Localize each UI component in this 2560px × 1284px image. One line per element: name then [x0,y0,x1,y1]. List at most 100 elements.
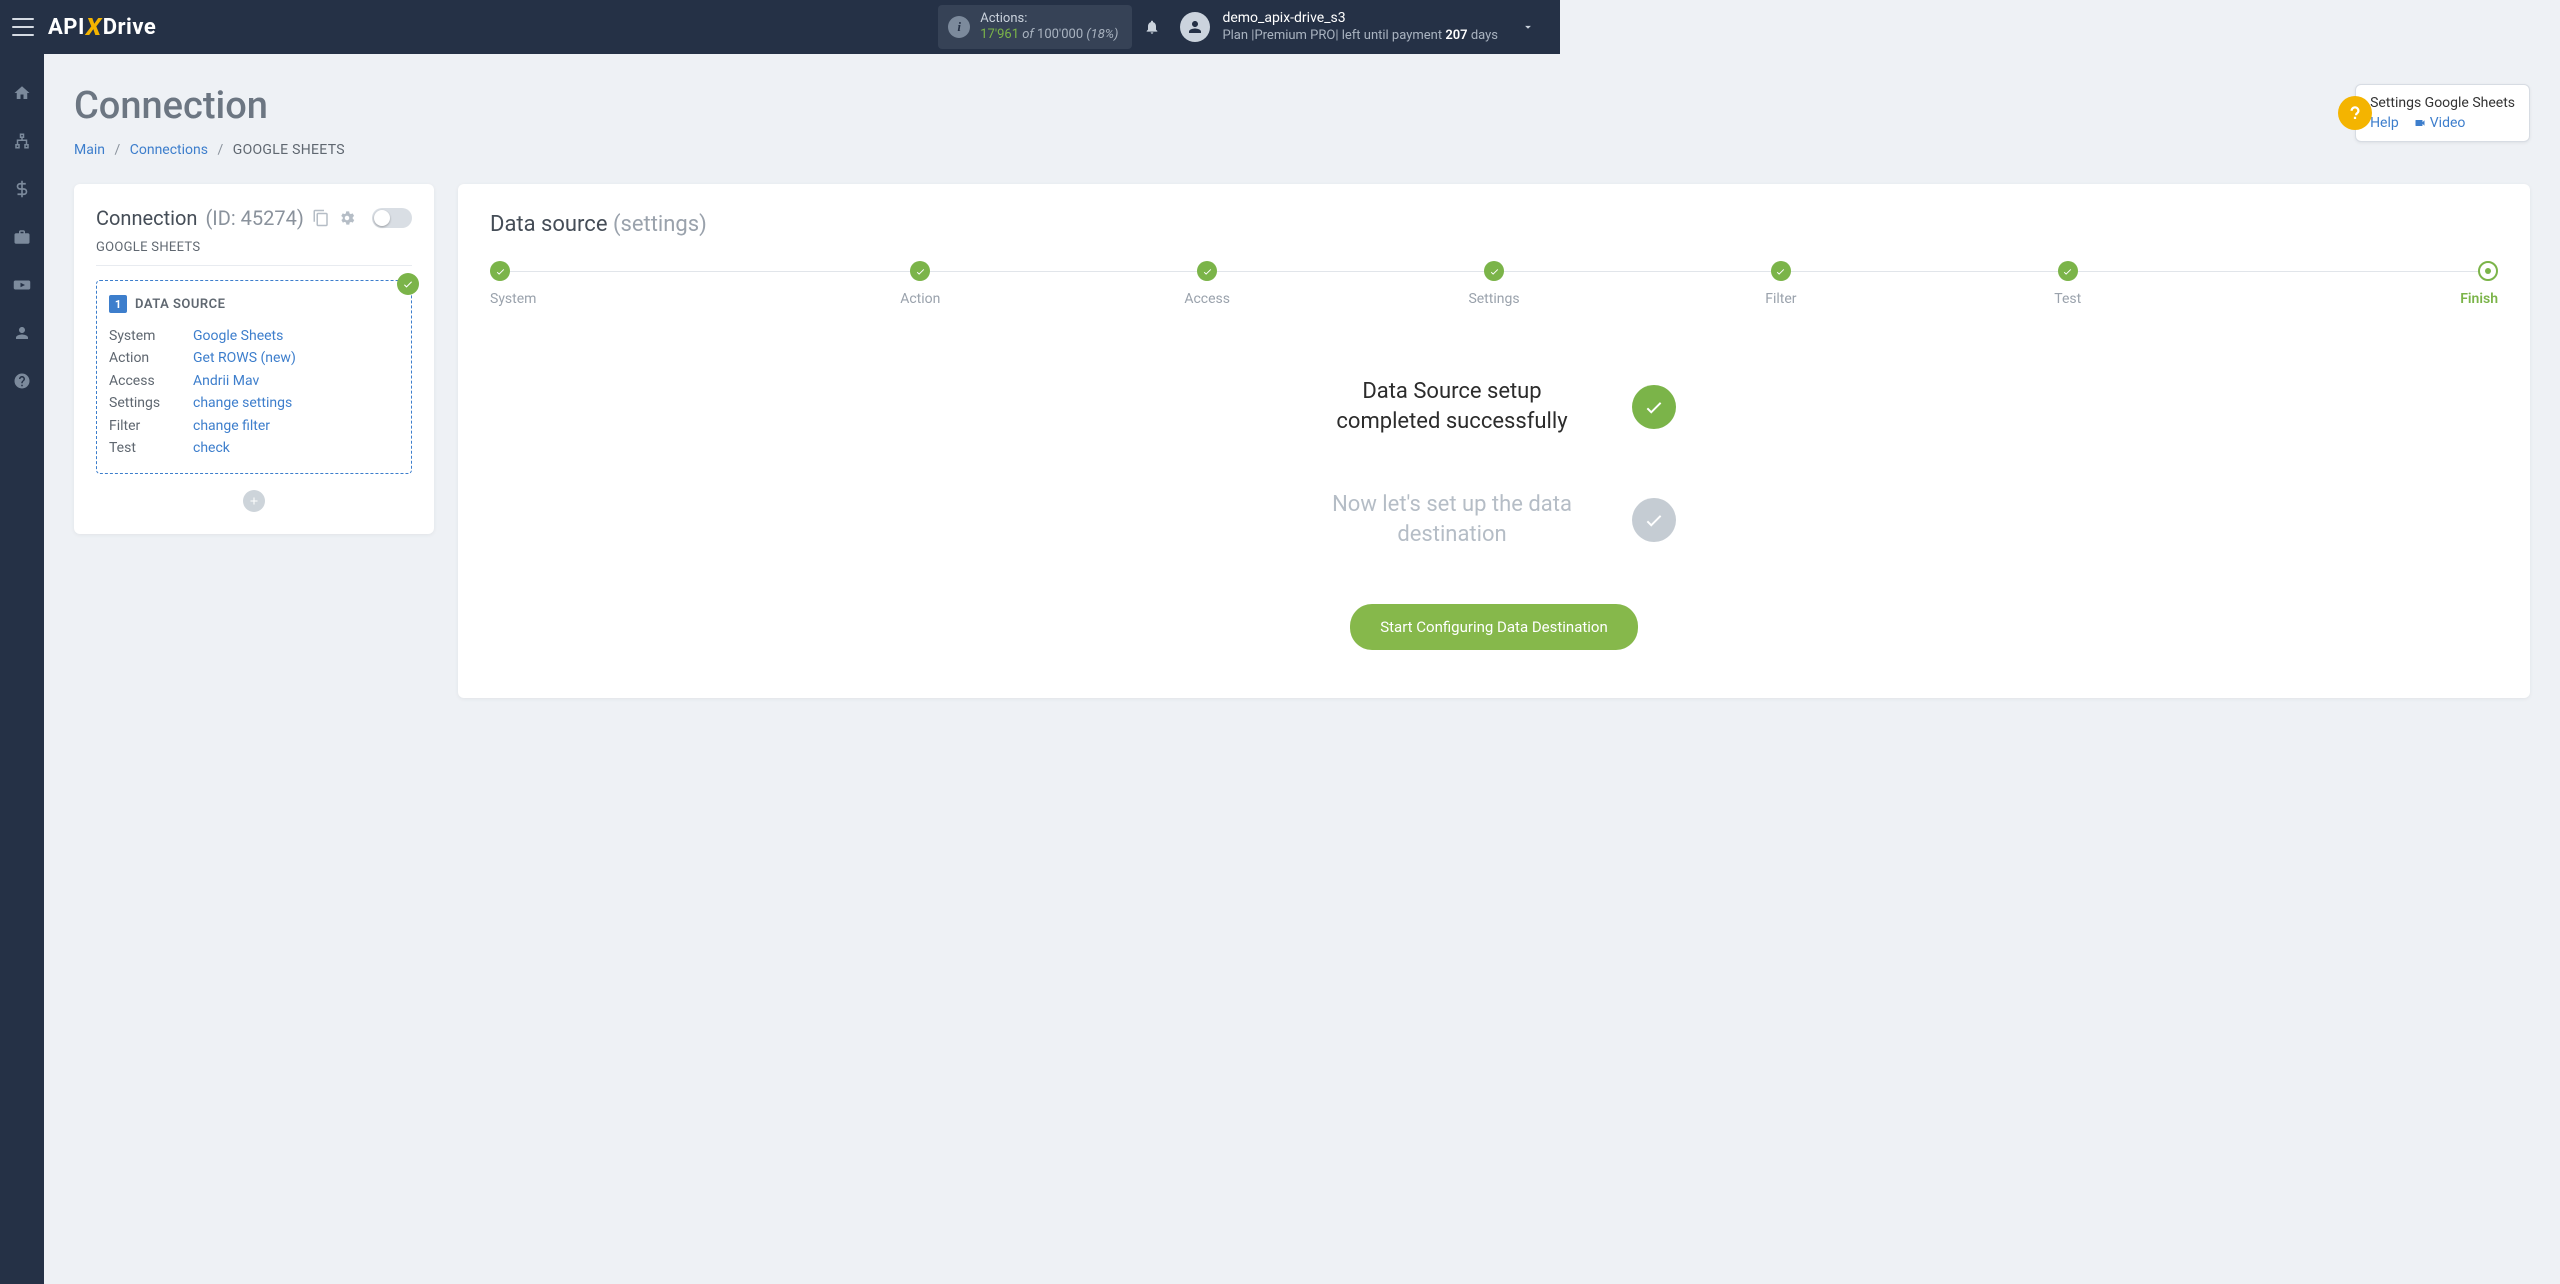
main-content: Connection Main / Connections / GOOGLE S… [44,54,2560,1284]
actions-of: of [1019,27,1037,42]
breadcrumb: Main / Connections / GOOGLE SHEETS [74,142,345,158]
step-filter[interactable]: Filter [1637,261,1924,307]
step-finish[interactable]: Finish [2211,261,2498,307]
wizard-subtitle: (settings) [613,212,707,237]
info-icon: i [948,16,970,38]
breadcrumb-connections[interactable]: Connections [130,142,208,158]
rail-video[interactable] [0,266,44,304]
logo-text-api: API [48,15,85,40]
step-access[interactable]: Access [1064,261,1351,307]
logo-text-drive: Drive [103,15,157,40]
connection-toggle[interactable] [372,208,412,228]
user-icon [13,324,31,342]
ds-value-link[interactable]: change settings [193,392,292,414]
ds-value-link[interactable]: Get ROWS (new) [193,347,296,369]
ds-value-link[interactable]: change filter [193,415,270,437]
ds-row: SystemGoogle Sheets [109,325,399,347]
dollar-icon [13,180,31,198]
ds-row: Filterchange filter [109,415,399,437]
username: demo_apix-drive_s3 [1222,10,1498,28]
ds-key: Access [109,370,193,392]
step-test[interactable]: Test [1924,261,2211,307]
rail-billing[interactable] [0,170,44,208]
step-label: Action [900,291,940,307]
ds-key: Test [109,437,193,459]
video-link-text: Video [2430,115,2466,131]
breadcrumb-current: GOOGLE SHEETS [233,142,345,158]
help-circle-icon[interactable] [2338,96,2372,130]
help-title: Settings Google Sheets [2370,95,2515,111]
ds-title: DATA SOURCE [135,297,226,312]
rail-help[interactable] [0,362,44,400]
add-destination-button[interactable] [243,490,265,512]
data-source-box[interactable]: 1 DATA SOURCE SystemGoogle SheetsActionG… [96,280,412,474]
connection-title: Connection [96,206,197,230]
step-settings[interactable]: Settings [1351,261,1638,307]
step-check-icon [1197,261,1217,281]
step-action[interactable]: Action [777,261,1064,307]
plan-days: 207 [1445,28,1467,43]
help-link[interactable]: Help [2370,115,2399,131]
connection-service: GOOGLE SHEETS [96,240,412,266]
ds-value-link[interactable]: Google Sheets [193,325,283,347]
step-check-icon [2058,261,2078,281]
step-system[interactable]: System [490,261,777,307]
rail-services[interactable] [0,218,44,256]
menu-toggle[interactable] [12,18,34,36]
ds-key: System [109,325,193,347]
start-destination-button[interactable]: Start Configuring Data Destination [1350,604,1638,650]
step-label: System [490,291,536,307]
ds-key: Action [109,347,193,369]
step-check-icon [910,261,930,281]
success-check-icon [1632,385,1676,429]
ds-value-link[interactable]: check [193,437,230,459]
gear-icon[interactable] [338,209,356,227]
notifications-button[interactable] [1132,18,1172,36]
avatar-icon [1180,12,1210,42]
step-check-icon [1771,261,1791,281]
step-label: Access [1184,291,1230,307]
rail-home[interactable] [0,74,44,112]
rail-account[interactable] [0,314,44,352]
briefcase-icon [13,228,31,246]
logo-text-x: X [83,13,104,41]
ds-row: AccessAndrii Mav [109,370,399,392]
step-check-icon [1484,261,1504,281]
video-link[interactable]: Video [2413,115,2466,131]
check-badge-icon [397,273,419,295]
actions-used: 17'961 [980,27,1019,42]
connection-id: (ID: 45274) [205,206,303,230]
breadcrumb-main[interactable]: Main [74,142,105,158]
step-label: Finish [2460,291,2498,307]
ds-key: Settings [109,392,193,414]
next-step-message: Now let's set up the data destination [1312,490,1592,549]
sitemap-icon [13,132,31,150]
side-rail [0,54,44,1284]
plus-icon [248,495,260,507]
bell-icon [1144,18,1160,36]
success-message: Data Source setup completed successfully [1312,377,1592,436]
user-menu[interactable]: demo_apix-drive_s3 Plan |Premium PRO| le… [1180,10,1498,44]
actions-label: Actions: [980,11,1118,27]
ds-value-link[interactable]: Andrii Mav [193,370,259,392]
stepper: System Action Access SettingsFilterTest Fini… [490,261,2498,307]
copy-icon[interactable] [312,209,330,227]
ds-row: ActionGet ROWS (new) [109,347,399,369]
chevron-down-icon [1521,20,1535,34]
wizard-title: Data source [490,212,613,237]
brand-logo[interactable]: APIXDrive [48,13,156,41]
wizard-card: Data source (settings) System Action Acces… [458,184,2530,698]
actions-counter[interactable]: i Actions: 17'961 of 100'000 (18%) [938,5,1132,50]
actions-pct: (18%) [1083,27,1118,42]
help-panel: Settings Google Sheets Help Video [2355,84,2530,142]
ds-row: Settingschange settings [109,392,399,414]
home-icon [13,84,31,102]
connection-summary-card: Connection (ID: 45274) GOOGLE SHEETS 1 D… [74,184,434,534]
rail-connections[interactable] [0,122,44,160]
ds-row: Testcheck [109,437,399,459]
pending-check-icon [1632,498,1676,542]
video-icon [2413,117,2427,129]
youtube-icon [13,276,31,294]
app-header: APIXDrive i Actions: 17'961 of 100'000 (… [0,0,1560,54]
user-dropdown-toggle[interactable] [1508,20,1548,34]
